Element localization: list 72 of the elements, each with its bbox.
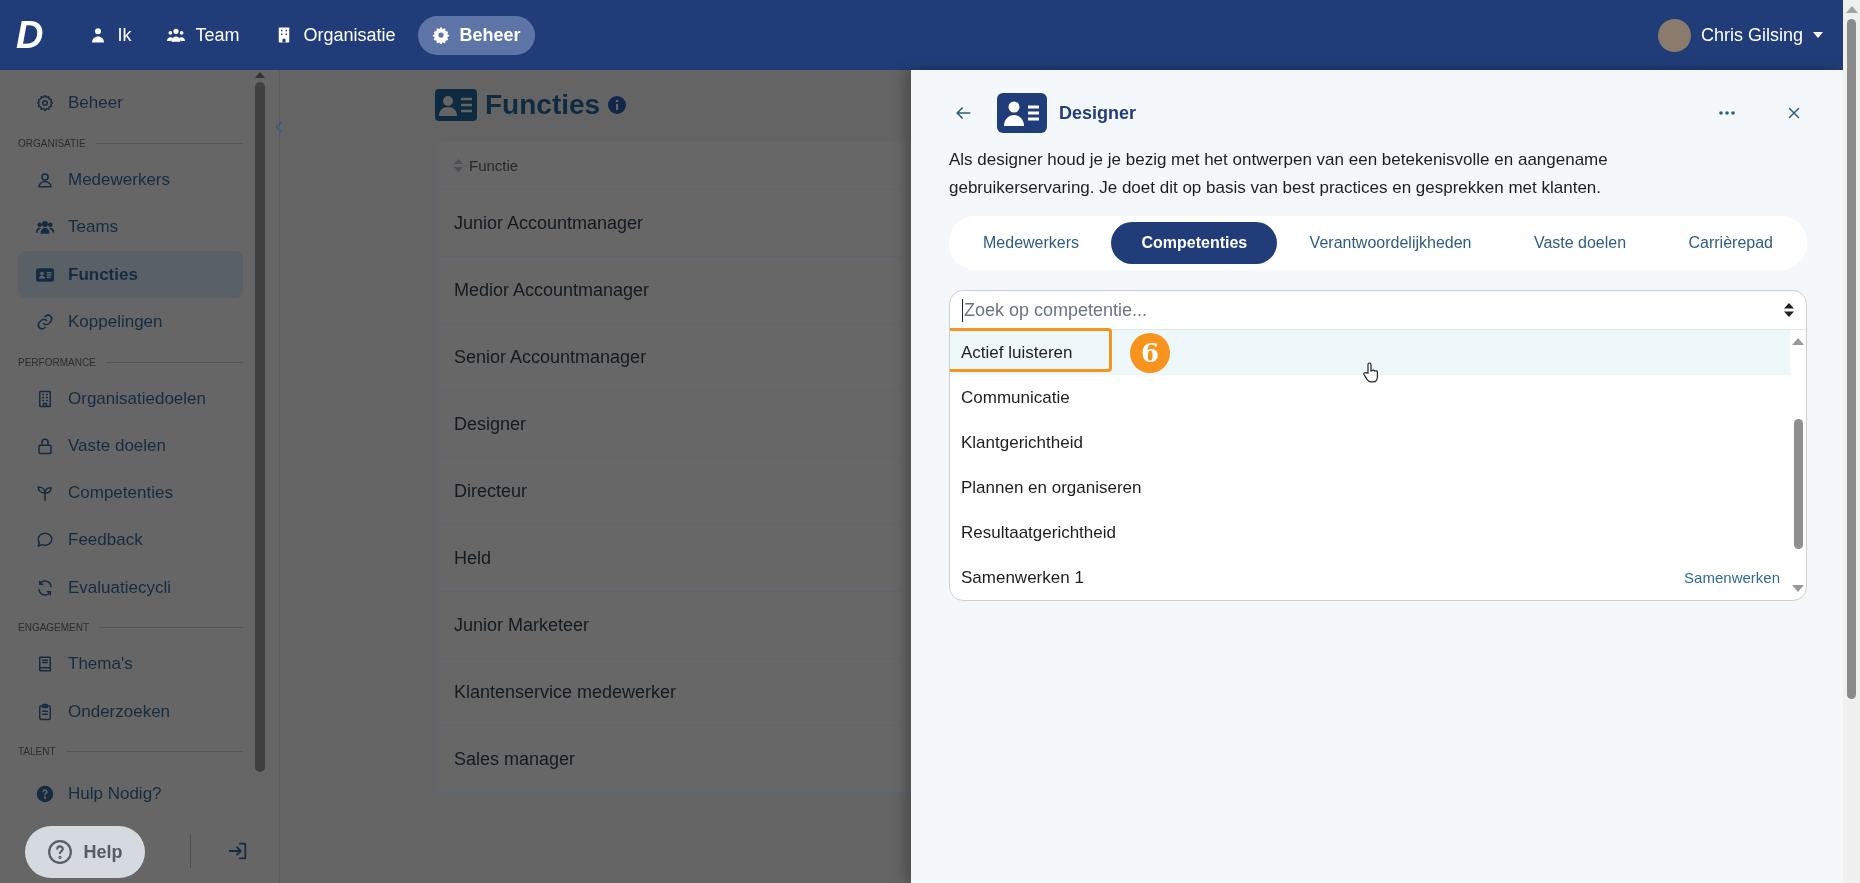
section-label: PERFORMANCE xyxy=(18,356,96,368)
sidebar-item[interactable]: Evaluatiecycli xyxy=(18,563,243,612)
description: Als designer houd je je bezig met het ontwerpen van een betekenisvolle en aangename gebruikerservaring. Je doet dit op basis van best practices en gesprekken met klanten. xyxy=(949,149,1609,199)
more-icon xyxy=(1719,111,1735,115)
sidebar-item[interactable]: Thema's xyxy=(18,640,243,688)
id-card-icon xyxy=(435,89,477,121)
page-scrollbar[interactable] xyxy=(1847,19,1856,699)
sidebar-item[interactable]: Koppelingen xyxy=(18,298,243,346)
gear-icon xyxy=(36,94,54,113)
sidebar-scrollbar[interactable] xyxy=(255,82,265,772)
info-icon[interactable] xyxy=(608,96,627,114)
hand-cursor-icon xyxy=(1362,362,1380,384)
lock-icon xyxy=(36,436,54,455)
question-icon xyxy=(36,785,54,804)
tab[interactable]: Medewerkers xyxy=(953,222,1110,264)
step-number: 6 xyxy=(1130,333,1170,373)
clipboard-icon xyxy=(36,702,54,721)
sidebar-item[interactable]: Feedback xyxy=(18,516,243,564)
section-label: ENGAGEMENT xyxy=(18,622,90,634)
scroll-up-arrow[interactable] xyxy=(1792,338,1804,345)
sidebar-item[interactable]: Organisatiedoelen xyxy=(18,375,243,423)
sidebar-item[interactable]: Competenties xyxy=(18,469,243,517)
question-icon xyxy=(47,839,74,866)
dropdown-option[interactable]: Samenwerken 1 Samenwerken xyxy=(950,555,1790,600)
user-menu[interactable]: Chris Gilsing xyxy=(1657,18,1823,52)
sprout-icon xyxy=(36,484,54,503)
people-icon xyxy=(36,218,54,237)
section-label: ORGANISATIE xyxy=(18,138,86,150)
tab[interactable]: Vaste doelen xyxy=(1503,222,1657,264)
panel-title: Designer xyxy=(1059,102,1138,124)
avatar xyxy=(1657,18,1691,52)
building-icon xyxy=(36,389,54,408)
section-label: TALENT xyxy=(18,746,56,758)
sidebar-item[interactable]: Vaste doelen xyxy=(18,422,243,470)
dropdown-option[interactable]: Resultaatgerichtheid xyxy=(950,510,1790,555)
sidebar-item[interactable]: Medewerkers xyxy=(18,156,243,204)
sidebar-item[interactable]: Onderzoeken xyxy=(18,688,243,736)
sidebar-item[interactable]: Beheer xyxy=(18,79,243,128)
nav-tab[interactable]: Beheer xyxy=(417,15,535,55)
sort-icon xyxy=(1784,303,1794,317)
sidebar-item[interactable]: Functies xyxy=(18,251,243,299)
sidebar-item[interactable]: Teams xyxy=(18,203,243,252)
dropdown-option[interactable]: Plannen en organiseren xyxy=(950,465,1790,510)
dropdown-option[interactable]: Communicatie xyxy=(950,375,1790,420)
sidebar-item[interactable]: Hulp Nodig? xyxy=(18,770,243,818)
tab[interactable]: Competenties xyxy=(1111,222,1278,264)
group-label: Samenwerken xyxy=(1684,569,1780,586)
sort-icon xyxy=(454,158,463,172)
caret-icon xyxy=(1813,32,1823,38)
gear-icon xyxy=(431,26,450,44)
scroll-down-arrow[interactable] xyxy=(1792,585,1804,592)
scroll-up-arrow[interactable] xyxy=(1845,6,1858,13)
id-card-icon xyxy=(997,93,1047,133)
link-icon xyxy=(36,312,54,331)
person-icon xyxy=(36,171,54,190)
dropdown-scrollbar[interactable] xyxy=(1793,419,1803,549)
search-field[interactable]: Zoek op competentie... xyxy=(962,298,1784,322)
speech-bubble-icon xyxy=(36,531,54,550)
refresh-icon xyxy=(36,578,54,597)
people-icon xyxy=(167,26,186,44)
page-title: Functies xyxy=(485,89,601,121)
nav-tab[interactable]: Organisatie xyxy=(261,15,410,55)
column-header[interactable]: Functie xyxy=(436,141,911,190)
id-card-icon xyxy=(36,265,54,284)
help-button[interactable]: Help xyxy=(25,826,145,879)
dropdown-option[interactable]: Klantgerichtheid xyxy=(950,420,1790,465)
book-icon xyxy=(36,655,54,674)
nav-tab[interactable]: Team xyxy=(153,15,254,55)
app-logo[interactable]: D xyxy=(16,13,42,57)
nav-tab[interactable]: Ik xyxy=(75,15,146,55)
tab[interactable]: Carrièrepad xyxy=(1658,222,1803,264)
tab[interactable]: Verantwoordelijkheden xyxy=(1279,222,1502,264)
